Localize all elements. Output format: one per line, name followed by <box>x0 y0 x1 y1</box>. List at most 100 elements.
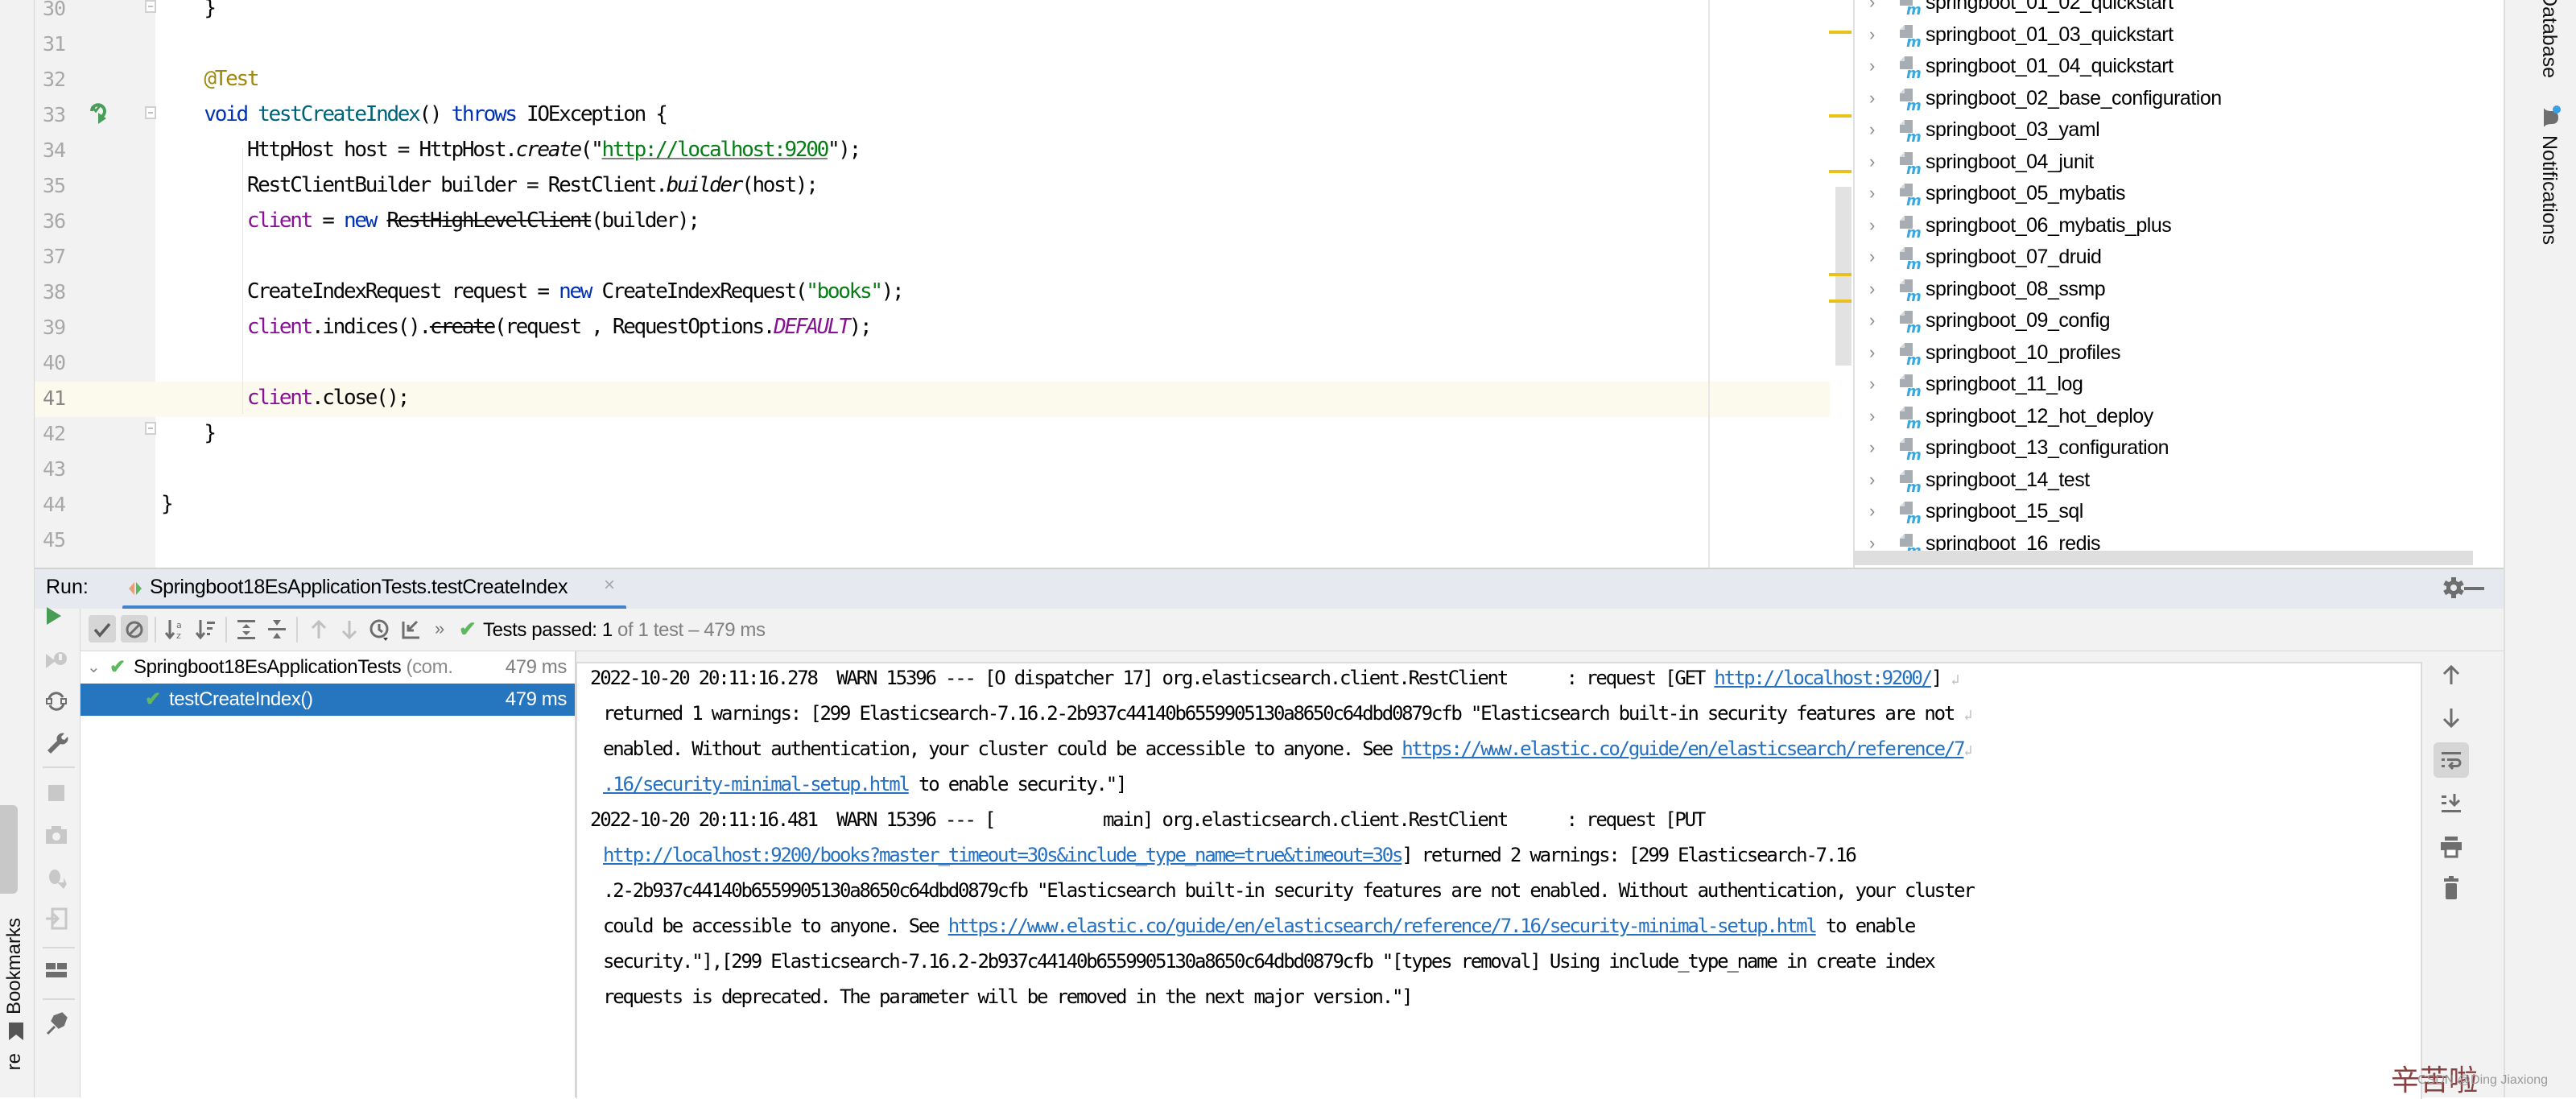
chevron-right-icon[interactable]: › <box>1869 209 1875 242</box>
warning-stripe[interactable] <box>1829 170 1852 173</box>
minimize-icon[interactable] <box>2464 587 2484 590</box>
console-link[interactable]: https://www.elastic.co/guide/en/elastics… <box>1402 737 1965 760</box>
svg-text:m: m <box>1906 192 1921 206</box>
print-icon[interactable] <box>2438 834 2464 860</box>
run-play-icon[interactable] <box>41 604 65 628</box>
debug-export-icon[interactable] <box>44 865 68 889</box>
chevron-right-icon[interactable]: › <box>1869 50 1875 82</box>
fold-marker[interactable] <box>145 422 156 435</box>
ignored-icon <box>126 621 143 638</box>
console-link[interactable]: https://www.elastic.co/guide/en/elastics… <box>948 915 1818 937</box>
chevron-right-icon[interactable]: › <box>1869 241 1875 273</box>
maven-module-icon: m <box>1900 279 1922 302</box>
test-case-row[interactable]: ✔ testCreateIndex() 479 ms <box>80 684 575 716</box>
import-test-results-icon[interactable] <box>398 617 423 642</box>
code-token: (host); <box>741 173 819 197</box>
run-tab[interactable]: Springboot18EsApplicationTests.testCreat… <box>119 569 634 609</box>
test-suite-row[interactable]: ⌄ ✔ Springboot18EsApplicationTests (com.… <box>80 651 575 684</box>
rerun-failed-icon[interactable] <box>44 649 68 673</box>
warning-stripe[interactable] <box>1829 273 1852 276</box>
import-tests-icon[interactable] <box>44 907 68 931</box>
run-tab-title: Springboot18EsApplicationTests.testCreat… <box>150 576 568 598</box>
chevron-right-icon[interactable]: › <box>1869 368 1875 400</box>
project-tree[interactable]: › m springboot_01_02_quickstart › m springboo… <box>1853 0 2505 568</box>
toggle-auto-test-icon[interactable] <box>44 689 68 713</box>
sort-alphabetically-icon[interactable]: az <box>163 617 188 642</box>
stop-icon[interactable] <box>44 781 68 805</box>
code-line: void testCreateIndex() throws IOExceptio… <box>161 97 668 132</box>
layout-icon[interactable] <box>44 958 68 982</box>
previous-failed-icon[interactable] <box>306 617 332 642</box>
chevron-right-icon[interactable]: › <box>1869 177 1875 209</box>
database-tool-button[interactable]: Database <box>2537 0 2561 78</box>
bookmarks-tool-button[interactable]: Bookmarks re <box>3 918 26 1070</box>
scroll-to-end-icon[interactable] <box>2438 791 2464 816</box>
chevron-right-icon[interactable]: › <box>1869 337 1875 369</box>
chevron-right-icon[interactable]: › <box>1869 400 1875 432</box>
check-icon <box>93 622 111 638</box>
chevron-right-icon[interactable]: › <box>1869 464 1875 496</box>
code-token: create <box>515 138 582 162</box>
code-token[interactable]: http://localhost:9200 <box>602 138 830 162</box>
console-text: .2-2b937c44140b6559905130a8650c64dbd0879… <box>603 879 1975 902</box>
code-token: void <box>204 102 249 126</box>
warning-stripe[interactable] <box>1829 300 1852 303</box>
warning-stripe[interactable] <box>1829 114 1852 118</box>
test-history-icon[interactable] <box>367 617 393 642</box>
code-token: (request , RequestOptions. <box>493 315 775 339</box>
run-label: Run: <box>46 576 89 598</box>
line-number: 37 <box>43 245 66 268</box>
soft-wrap-marker-icon: ↲ <box>1963 742 1972 759</box>
status-prefix: Tests passed: <box>483 619 602 641</box>
code-token: client <box>246 386 313 410</box>
chevron-right-icon[interactable]: › <box>1869 0 1875 19</box>
scroll-down-icon[interactable] <box>2438 705 2464 731</box>
expand-all-icon[interactable] <box>233 617 259 642</box>
chevron-right-icon[interactable]: › <box>1869 432 1875 464</box>
chevron-right-icon[interactable]: › <box>1869 114 1875 146</box>
test-results-tree[interactable]: ⌄ ✔ Springboot18EsApplicationTests (com.… <box>80 651 576 1097</box>
sort-by-duration-icon[interactable] <box>193 617 219 642</box>
maven-module-icon: m <box>1900 311 1922 333</box>
chevron-right-icon[interactable]: › <box>1869 273 1875 305</box>
resize-handle[interactable] <box>0 805 18 894</box>
close-tab-icon[interactable]: × <box>604 574 615 597</box>
chevron-right-icon[interactable]: › <box>1869 495 1875 527</box>
code-line: client.close(); <box>161 380 411 415</box>
wrench-icon[interactable] <box>44 729 68 754</box>
line-number: 31 <box>43 32 66 56</box>
console-line: requests is deprecated. The parameter wi… <box>603 979 1414 1014</box>
more-actions-icon[interactable]: » <box>435 618 444 639</box>
code-token: @Test <box>204 67 259 91</box>
gear-icon[interactable] <box>2442 576 2466 600</box>
collapse-all-icon[interactable] <box>264 617 290 642</box>
project-tree-hscrollbar[interactable] <box>1853 551 2473 565</box>
chevron-right-icon[interactable]: › <box>1869 82 1875 114</box>
scroll-up-icon[interactable] <box>2438 662 2464 688</box>
svg-text:m: m <box>1906 510 1921 524</box>
console-output[interactable]: 2022-10-20 20:11:16.278 WARN 15396 --- [… <box>576 662 2422 1099</box>
chevron-right-icon[interactable]: › <box>1869 146 1875 178</box>
svg-text:m: m <box>1906 479 1921 493</box>
warning-stripe[interactable] <box>1829 31 1852 34</box>
code-editor[interactable]: } @Test void testCreateIndex() throws IO… <box>35 0 1852 568</box>
soft-wrap-icon <box>2442 752 2462 771</box>
camera-icon[interactable] <box>44 823 68 847</box>
console-text: requests is deprecated. The parameter wi… <box>603 985 1414 1008</box>
editor-scrollbar-thumb[interactable] <box>1835 187 1852 366</box>
module-name: springboot_01_04_quickstart <box>1926 55 2174 77</box>
fold-marker[interactable] <box>145 106 156 119</box>
line-number: 35 <box>43 174 66 197</box>
console-link[interactable]: http://localhost:9200/ <box>1714 667 1933 689</box>
console-link[interactable]: http://localhost:9200/books?master_timeo… <box>603 844 1403 866</box>
console-link[interactable]: .16/security-minimal-setup.html <box>603 773 910 795</box>
pin-icon[interactable] <box>44 1011 68 1035</box>
code-token: "books" <box>806 279 883 304</box>
chevron-down-icon[interactable]: ⌄ <box>87 651 101 684</box>
chevron-right-icon[interactable]: › <box>1869 19 1875 51</box>
notifications-tool-button[interactable]: Notifications <box>2537 135 2561 245</box>
fold-marker[interactable] <box>145 0 156 13</box>
next-failed-icon[interactable] <box>336 617 362 642</box>
chevron-right-icon[interactable]: › <box>1869 304 1875 337</box>
clear-all-trash-icon[interactable] <box>2438 876 2464 902</box>
